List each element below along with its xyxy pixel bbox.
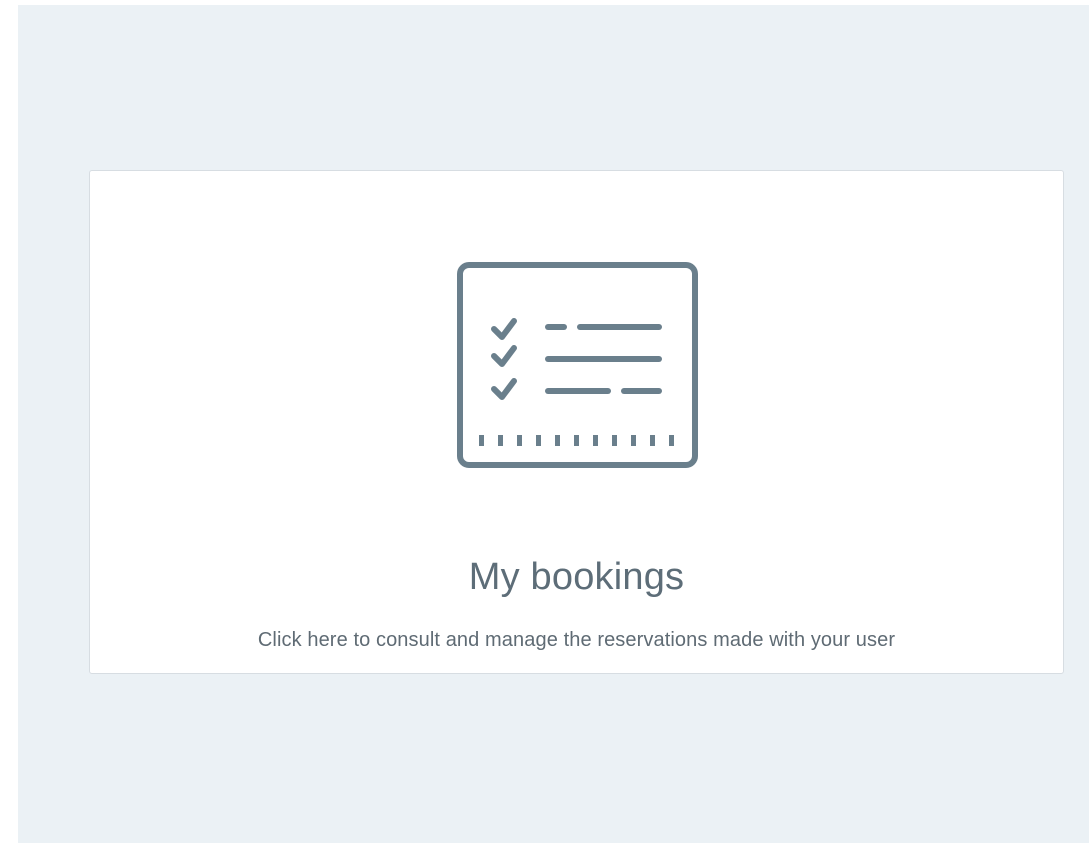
booking-checklist-icon bbox=[456, 261, 699, 469]
my-bookings-card[interactable]: My bookings Click here to consult and ma… bbox=[89, 170, 1064, 674]
card-title: My bookings bbox=[468, 556, 685, 598]
card-description: Click here to consult and manage the res… bbox=[257, 629, 896, 651]
page-background: My bookings Click here to consult and ma… bbox=[18, 5, 1089, 843]
